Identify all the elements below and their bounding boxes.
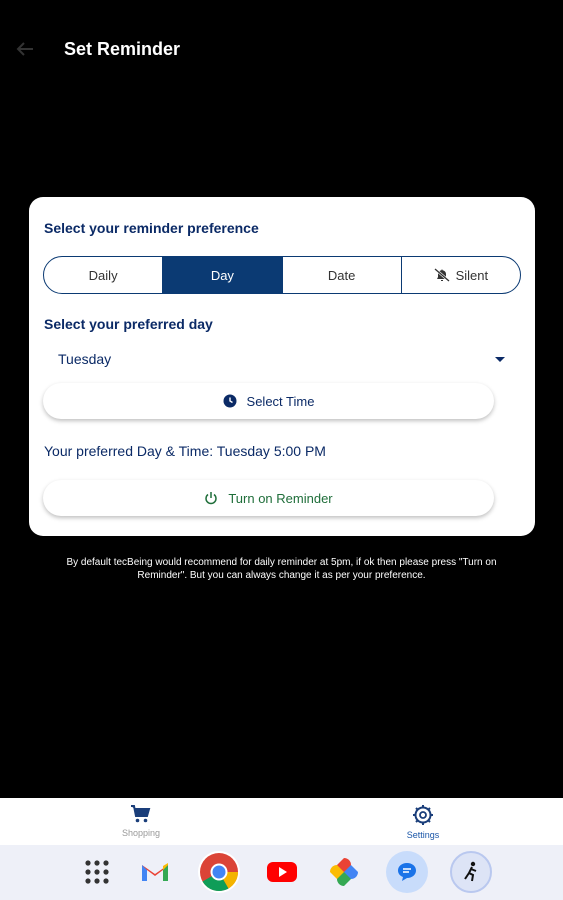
page-title: Set Reminder — [64, 39, 181, 59]
power-icon — [205, 492, 218, 505]
day-heading: Select your preferred day — [44, 316, 213, 332]
turn-on-reminder-button[interactable]: Turn on Reminder — [43, 480, 494, 516]
segment-date[interactable]: Date — [283, 257, 402, 293]
default-reminder-note: By default tecBeing would recommend for … — [66, 557, 497, 581]
segment-day-label: Day — [210, 267, 234, 283]
back-button[interactable] — [10, 34, 40, 64]
select-time-label: Select Time — [246, 393, 315, 409]
messages-icon[interactable] — [386, 851, 428, 893]
dropdown-arrow-icon — [495, 356, 505, 362]
segment-daily-label: Daily — [88, 267, 118, 283]
segment-day[interactable]: Day — [163, 257, 283, 293]
segment-silent-label: Silent — [455, 267, 489, 283]
segment-silent[interactable]: Silent — [402, 257, 520, 293]
gmail-icon[interactable] — [136, 853, 174, 891]
day-dropdown-value: Tuesday — [58, 351, 112, 367]
apps-grid-icon[interactable] — [78, 853, 116, 891]
chrome-icon[interactable] — [198, 851, 240, 893]
segment-daily[interactable]: Daily — [44, 257, 164, 293]
clock-icon — [223, 394, 237, 408]
youtube-icon[interactable] — [263, 853, 301, 891]
nav-settings-label: Settings — [406, 830, 440, 840]
nav-item-shopping[interactable]: Shopping — [101, 804, 181, 838]
system-dock — [0, 845, 563, 900]
app-bar: Set Reminder — [0, 0, 563, 100]
nav-shopping-label: Shopping — [121, 828, 161, 838]
nav-item-settings[interactable]: Settings — [383, 804, 463, 840]
preference-segmented-control: Daily Day Date Silent — [43, 256, 521, 294]
segment-date-label: Date — [327, 267, 356, 283]
notifications-off-icon — [433, 268, 450, 282]
preferred-day-time-text: Your preferred Day & Time: Tuesday 5:00 … — [44, 443, 326, 459]
day-dropdown[interactable]: Tuesday — [43, 346, 507, 372]
gear-icon — [413, 805, 433, 825]
photos-icon[interactable] — [325, 853, 363, 891]
bottom-navigation: Shopping Settings — [0, 798, 563, 845]
fitness-app-icon[interactable] — [450, 851, 492, 893]
back-arrow-icon — [16, 42, 33, 56]
select-time-button[interactable]: Select Time — [43, 383, 494, 419]
cart-icon — [131, 805, 151, 823]
turn-on-reminder-label: Turn on Reminder — [228, 490, 333, 506]
preference-heading: Select your reminder preference — [44, 220, 259, 236]
reminder-card: Select your reminder preference Daily Da… — [29, 197, 535, 536]
